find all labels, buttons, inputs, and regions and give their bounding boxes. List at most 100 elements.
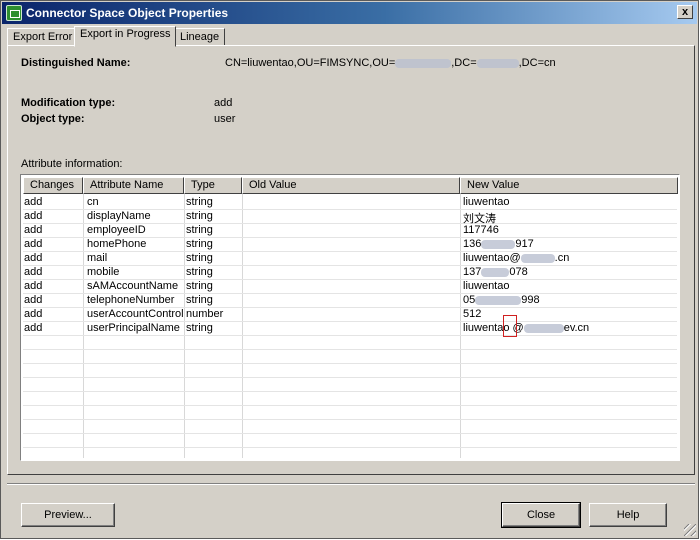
cell-new-value: liuwentao <box>463 196 509 208</box>
column-header-old-value[interactable]: Old Value <box>242 177 460 194</box>
redacted-text <box>476 58 519 68</box>
cell-new-value: liuwentao @ ev.cn <box>463 322 589 334</box>
new-value-text: liuwentao <box>463 196 510 208</box>
cell-type: string <box>186 294 213 306</box>
row-gridline <box>23 405 677 406</box>
cell-attribute-name: sAMAccountName <box>87 280 179 292</box>
cell-attribute-name: userAccountControl <box>87 308 184 320</box>
help-button[interactable]: Help <box>589 503 667 527</box>
dn-label: Distinguished Name: <box>21 57 131 69</box>
new-value-text: 117746 <box>463 224 499 236</box>
cell-change: add <box>24 224 43 236</box>
redacted-text <box>523 323 564 333</box>
new-value-text: 05 <box>463 294 476 306</box>
cell-new-value: 137 078 <box>463 266 528 278</box>
cell-new-value: liuwentao <box>463 280 509 292</box>
object-type-label: Object type: <box>21 113 85 125</box>
row-gridline <box>23 251 677 252</box>
dn-value-end: ,DC=cn <box>518 57 556 69</box>
row-gridline <box>23 335 677 336</box>
tab-lineage[interactable]: Lineage <box>174 28 226 46</box>
row-gridline <box>23 447 677 448</box>
redacted-text <box>475 295 522 305</box>
cell-new-value: 136 917 <box>463 238 534 250</box>
cell-change: add <box>24 252 43 264</box>
modification-type-value: add <box>214 97 233 109</box>
cell-change: add <box>24 196 43 208</box>
row-gridline <box>23 391 677 392</box>
window-title: Connector Space Object Properties <box>26 6 229 20</box>
close-button[interactable]: Close <box>501 502 581 528</box>
resize-grip[interactable] <box>684 524 696 536</box>
row-gridline <box>23 349 677 350</box>
cell-type: string <box>186 238 213 250</box>
attribute-grid[interactable]: Changes Attribute Name Type Old Value Ne… <box>20 174 680 461</box>
column-header-changes[interactable]: Changes <box>23 177 83 194</box>
cell-type: string <box>186 252 213 264</box>
column-header-attribute-name[interactable]: Attribute Name <box>83 177 184 194</box>
dn-value: CN=liuwentao,OU=FIMSYNC,OU= ,DC= ,DC=cn <box>225 57 556 69</box>
redacted-text <box>481 267 510 277</box>
cell-type: string <box>186 224 213 236</box>
cell-change: add <box>24 210 43 222</box>
dn-value-middle: ,DC= <box>451 57 477 69</box>
column-header-new-value[interactable]: New Value <box>460 177 678 194</box>
title-bar[interactable]: Connector Space Object Properties x <box>2 2 697 24</box>
object-type-value: user <box>214 113 236 125</box>
close-window-button[interactable]: x <box>677 5 693 19</box>
cell-type: number <box>186 308 224 320</box>
cell-new-value: 05 998 <box>463 294 540 306</box>
cell-change: add <box>24 238 43 250</box>
tab-export-error[interactable]: Export Error <box>7 28 79 46</box>
new-value-suffix: 917 <box>515 238 534 250</box>
cell-change: add <box>24 294 43 306</box>
modification-type-label: Modification type: <box>21 97 116 109</box>
cell-attribute-name: employeeID <box>87 224 146 236</box>
cell-attribute-name: displayName <box>87 210 151 222</box>
cell-attribute-name: cn <box>87 196 99 208</box>
dn-value-start: CN=liuwentao,OU=FIMSYNC,OU= <box>225 57 396 69</box>
new-value-text: 512 <box>463 308 482 320</box>
new-value-suffix: 078 <box>509 266 528 278</box>
new-value-text: 137 <box>463 266 482 278</box>
new-value-suffix: .cn <box>554 252 570 264</box>
new-value-text: liuwentao <box>463 280 510 292</box>
new-value-text: liuwentao@ <box>463 252 521 264</box>
row-gridline <box>23 265 677 266</box>
cell-change: add <box>24 280 43 292</box>
row-gridline <box>23 419 677 420</box>
column-header-type[interactable]: Type <box>184 177 242 194</box>
cell-type: string <box>186 266 213 278</box>
new-value-text: 136 <box>463 238 482 250</box>
cell-attribute-name: mail <box>87 252 108 264</box>
cell-new-value: liuwentao@ .cn <box>463 252 569 264</box>
row-gridline <box>23 377 677 378</box>
cell-type: string <box>186 322 213 334</box>
cell-type: string <box>186 210 213 222</box>
cell-attribute-name: userPrincipalName <box>87 322 180 334</box>
cell-change: add <box>24 266 43 278</box>
cell-attribute-name: telephoneNumber <box>87 294 175 306</box>
new-value-suffix: ev.cn <box>563 322 590 334</box>
separator <box>7 483 695 485</box>
app-icon <box>6 5 22 21</box>
cell-attribute-name: homePhone <box>87 238 147 250</box>
cell-change: add <box>24 322 43 334</box>
redacted-text <box>395 58 452 68</box>
redacted-text <box>481 239 516 249</box>
cell-type: string <box>186 196 213 208</box>
highlight-box <box>503 315 517 337</box>
cell-new-value: 512 <box>463 308 481 320</box>
cell-type: string <box>186 280 213 292</box>
preview-button[interactable]: Preview... <box>21 503 115 527</box>
cell-attribute-name: mobile <box>87 266 120 278</box>
row-gridline <box>23 363 677 364</box>
row-gridline <box>23 433 677 434</box>
tab-export-in-progress[interactable]: Export in Progress <box>74 26 177 47</box>
new-value-suffix: 998 <box>521 294 540 306</box>
redacted-text <box>520 253 555 263</box>
cell-change: add <box>24 308 43 320</box>
attribute-info-label: Attribute information: <box>21 158 123 170</box>
cell-new-value: 117746 <box>463 224 499 236</box>
properties-dialog: Connector Space Object Properties x Expo… <box>0 0 699 539</box>
